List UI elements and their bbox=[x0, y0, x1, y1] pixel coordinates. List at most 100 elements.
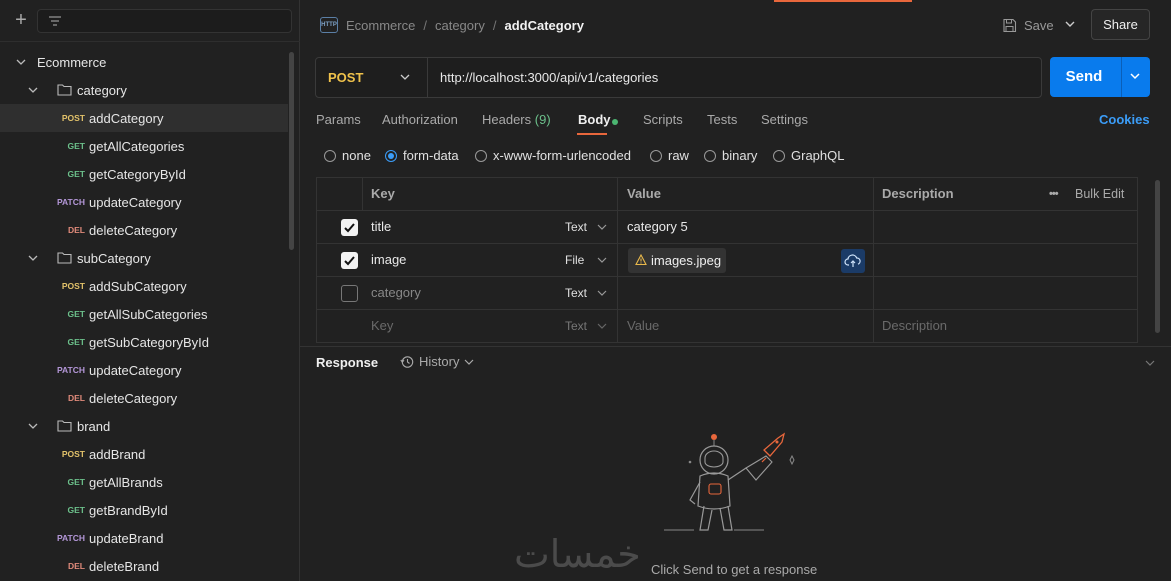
tab-params[interactable]: Params bbox=[316, 112, 361, 127]
folder-brand[interactable]: brand bbox=[0, 412, 288, 440]
radio-label: GraphQL bbox=[791, 148, 845, 163]
row-checkbox[interactable] bbox=[341, 219, 358, 236]
description-placeholder[interactable]: Description bbox=[882, 310, 947, 342]
key-placeholder[interactable]: Key bbox=[371, 310, 393, 342]
radio-graphql[interactable]: GraphQL bbox=[773, 148, 844, 163]
empty-response-message: Click Send to get a response bbox=[651, 562, 818, 577]
request-item[interactable]: PATCH updateCategory bbox=[0, 188, 288, 216]
tab-body[interactable]: Body bbox=[578, 112, 611, 127]
folder-subcategory[interactable]: subCategory bbox=[0, 244, 288, 272]
chevron-down-icon[interactable] bbox=[1060, 16, 1080, 34]
collection-ecommerce[interactable]: Ecommerce bbox=[0, 48, 288, 76]
method-badge: PATCH bbox=[56, 197, 85, 207]
breadcrumb-separator: / bbox=[423, 17, 427, 33]
history-button[interactable]: History bbox=[400, 354, 474, 369]
request-item[interactable]: GET getAllSubCategories bbox=[0, 300, 288, 328]
radio-form-data[interactable]: form-data bbox=[385, 148, 459, 163]
breadcrumb-separator: / bbox=[492, 17, 497, 33]
method-badge: POST bbox=[61, 113, 85, 123]
value-placeholder[interactable]: Value bbox=[627, 310, 659, 342]
watermark-logo: خمسات bbox=[514, 532, 641, 576]
request-item[interactable]: POST addCategory bbox=[0, 104, 288, 132]
bulk-edit-button[interactable]: Bulk Edit bbox=[1047, 178, 1124, 210]
method-badge: GET bbox=[67, 505, 85, 515]
request-item[interactable]: DEL deleteCategory bbox=[0, 216, 288, 244]
filter-input[interactable] bbox=[37, 9, 292, 33]
method-badge: GET bbox=[67, 141, 85, 151]
request-label: updateCategory bbox=[89, 195, 182, 210]
method-badge: GET bbox=[67, 477, 85, 487]
request-item[interactable]: PATCH updateCategory bbox=[0, 356, 288, 384]
folder-label: brand bbox=[77, 419, 111, 434]
type-select[interactable]: Text bbox=[565, 211, 587, 243]
request-label: updateCategory bbox=[89, 363, 182, 378]
url-input[interactable]: http://localhost:3000/api/v1/categories bbox=[440, 70, 658, 85]
request-label: getAllSubCategories bbox=[89, 307, 208, 322]
check-icon bbox=[344, 256, 355, 266]
file-chip[interactable]: images.jpeg bbox=[628, 248, 726, 273]
method-select[interactable]: POST bbox=[316, 58, 428, 97]
request-item[interactable]: GET getAllBrands bbox=[0, 468, 288, 496]
tab-authorization[interactable]: Authorization bbox=[382, 112, 458, 127]
type-select[interactable]: File bbox=[565, 244, 584, 276]
response-title[interactable]: Response bbox=[316, 355, 378, 370]
folder-category[interactable]: category bbox=[0, 76, 288, 104]
page-title[interactable]: addCategory bbox=[504, 18, 583, 33]
breadcrumb-collection[interactable]: Ecommerce bbox=[346, 18, 415, 33]
share-button[interactable]: Share bbox=[1091, 9, 1150, 40]
type-select[interactable]: Text bbox=[565, 310, 587, 342]
add-icon[interactable]: + bbox=[12, 10, 30, 30]
request-label: addCategory bbox=[89, 111, 164, 126]
chevron-down-icon[interactable] bbox=[1145, 359, 1155, 367]
value-field[interactable]: category 5 bbox=[627, 211, 688, 243]
type-select[interactable]: Text bbox=[565, 277, 587, 309]
chevron-down-icon[interactable] bbox=[1129, 71, 1141, 81]
column-header-value: Value bbox=[627, 186, 661, 201]
row-checkbox[interactable] bbox=[341, 252, 358, 269]
radio-raw[interactable]: raw bbox=[650, 148, 689, 163]
chevron-down-icon bbox=[597, 224, 607, 230]
request-item[interactable]: GET getBrandById bbox=[0, 496, 288, 524]
radio-x-www-form-urlencoded[interactable]: x-www-form-urlencoded bbox=[475, 148, 631, 163]
send-button-group: Send bbox=[1050, 57, 1150, 97]
row-checkbox[interactable] bbox=[341, 285, 358, 302]
request-item[interactable]: DEL deleteBrand bbox=[0, 552, 288, 580]
response-header: Response History bbox=[300, 346, 1171, 378]
folder-label: subCategory bbox=[77, 251, 151, 266]
radio-binary[interactable]: binary bbox=[704, 148, 757, 163]
history-label: History bbox=[419, 354, 460, 369]
request-item[interactable]: PATCH updateBrand bbox=[0, 524, 288, 552]
radio-none[interactable]: none bbox=[324, 148, 371, 163]
tab-headers[interactable]: Headers (9) bbox=[482, 112, 551, 127]
key-field[interactable]: title bbox=[371, 211, 391, 243]
chevron-down-icon bbox=[465, 359, 474, 365]
send-button[interactable]: Send bbox=[1050, 57, 1118, 97]
request-label: getAllBrands bbox=[89, 475, 163, 490]
method-badge: PATCH bbox=[56, 365, 85, 375]
request-label: deleteCategory bbox=[89, 391, 178, 406]
key-field[interactable]: image bbox=[371, 244, 406, 276]
request-item[interactable]: POST addBrand bbox=[0, 440, 288, 468]
tab-scripts[interactable]: Scripts bbox=[643, 112, 683, 127]
chevron-down-icon bbox=[16, 59, 26, 65]
request-item[interactable]: GET getSubCategoryById bbox=[0, 328, 288, 356]
request-item[interactable]: DEL deleteCategory bbox=[0, 384, 288, 412]
folder-icon bbox=[57, 252, 72, 264]
upload-cloud-button[interactable] bbox=[841, 249, 865, 273]
sidebar-scrollbar[interactable] bbox=[289, 52, 294, 250]
sidebar-toolbar: + bbox=[0, 0, 300, 42]
request-item[interactable]: POST addSubCategory bbox=[0, 272, 288, 300]
tab-tests[interactable]: Tests bbox=[707, 112, 737, 127]
folder-icon bbox=[57, 420, 72, 432]
request-item[interactable]: GET getAllCategories bbox=[0, 132, 288, 160]
sidebar: + Ecommerce category POST addCategory GE… bbox=[0, 0, 300, 581]
radio-label: x-www-form-urlencoded bbox=[493, 148, 631, 163]
request-item[interactable]: GET getCategoryById bbox=[0, 160, 288, 188]
key-field[interactable]: category bbox=[371, 277, 421, 309]
cookies-link[interactable]: Cookies bbox=[1099, 112, 1150, 127]
astronaut-illustration bbox=[664, 432, 795, 531]
breadcrumb-folder[interactable]: category bbox=[435, 18, 485, 33]
editor-scrollbar[interactable] bbox=[1155, 180, 1160, 333]
warning-icon bbox=[635, 254, 647, 266]
tab-settings[interactable]: Settings bbox=[761, 112, 808, 127]
